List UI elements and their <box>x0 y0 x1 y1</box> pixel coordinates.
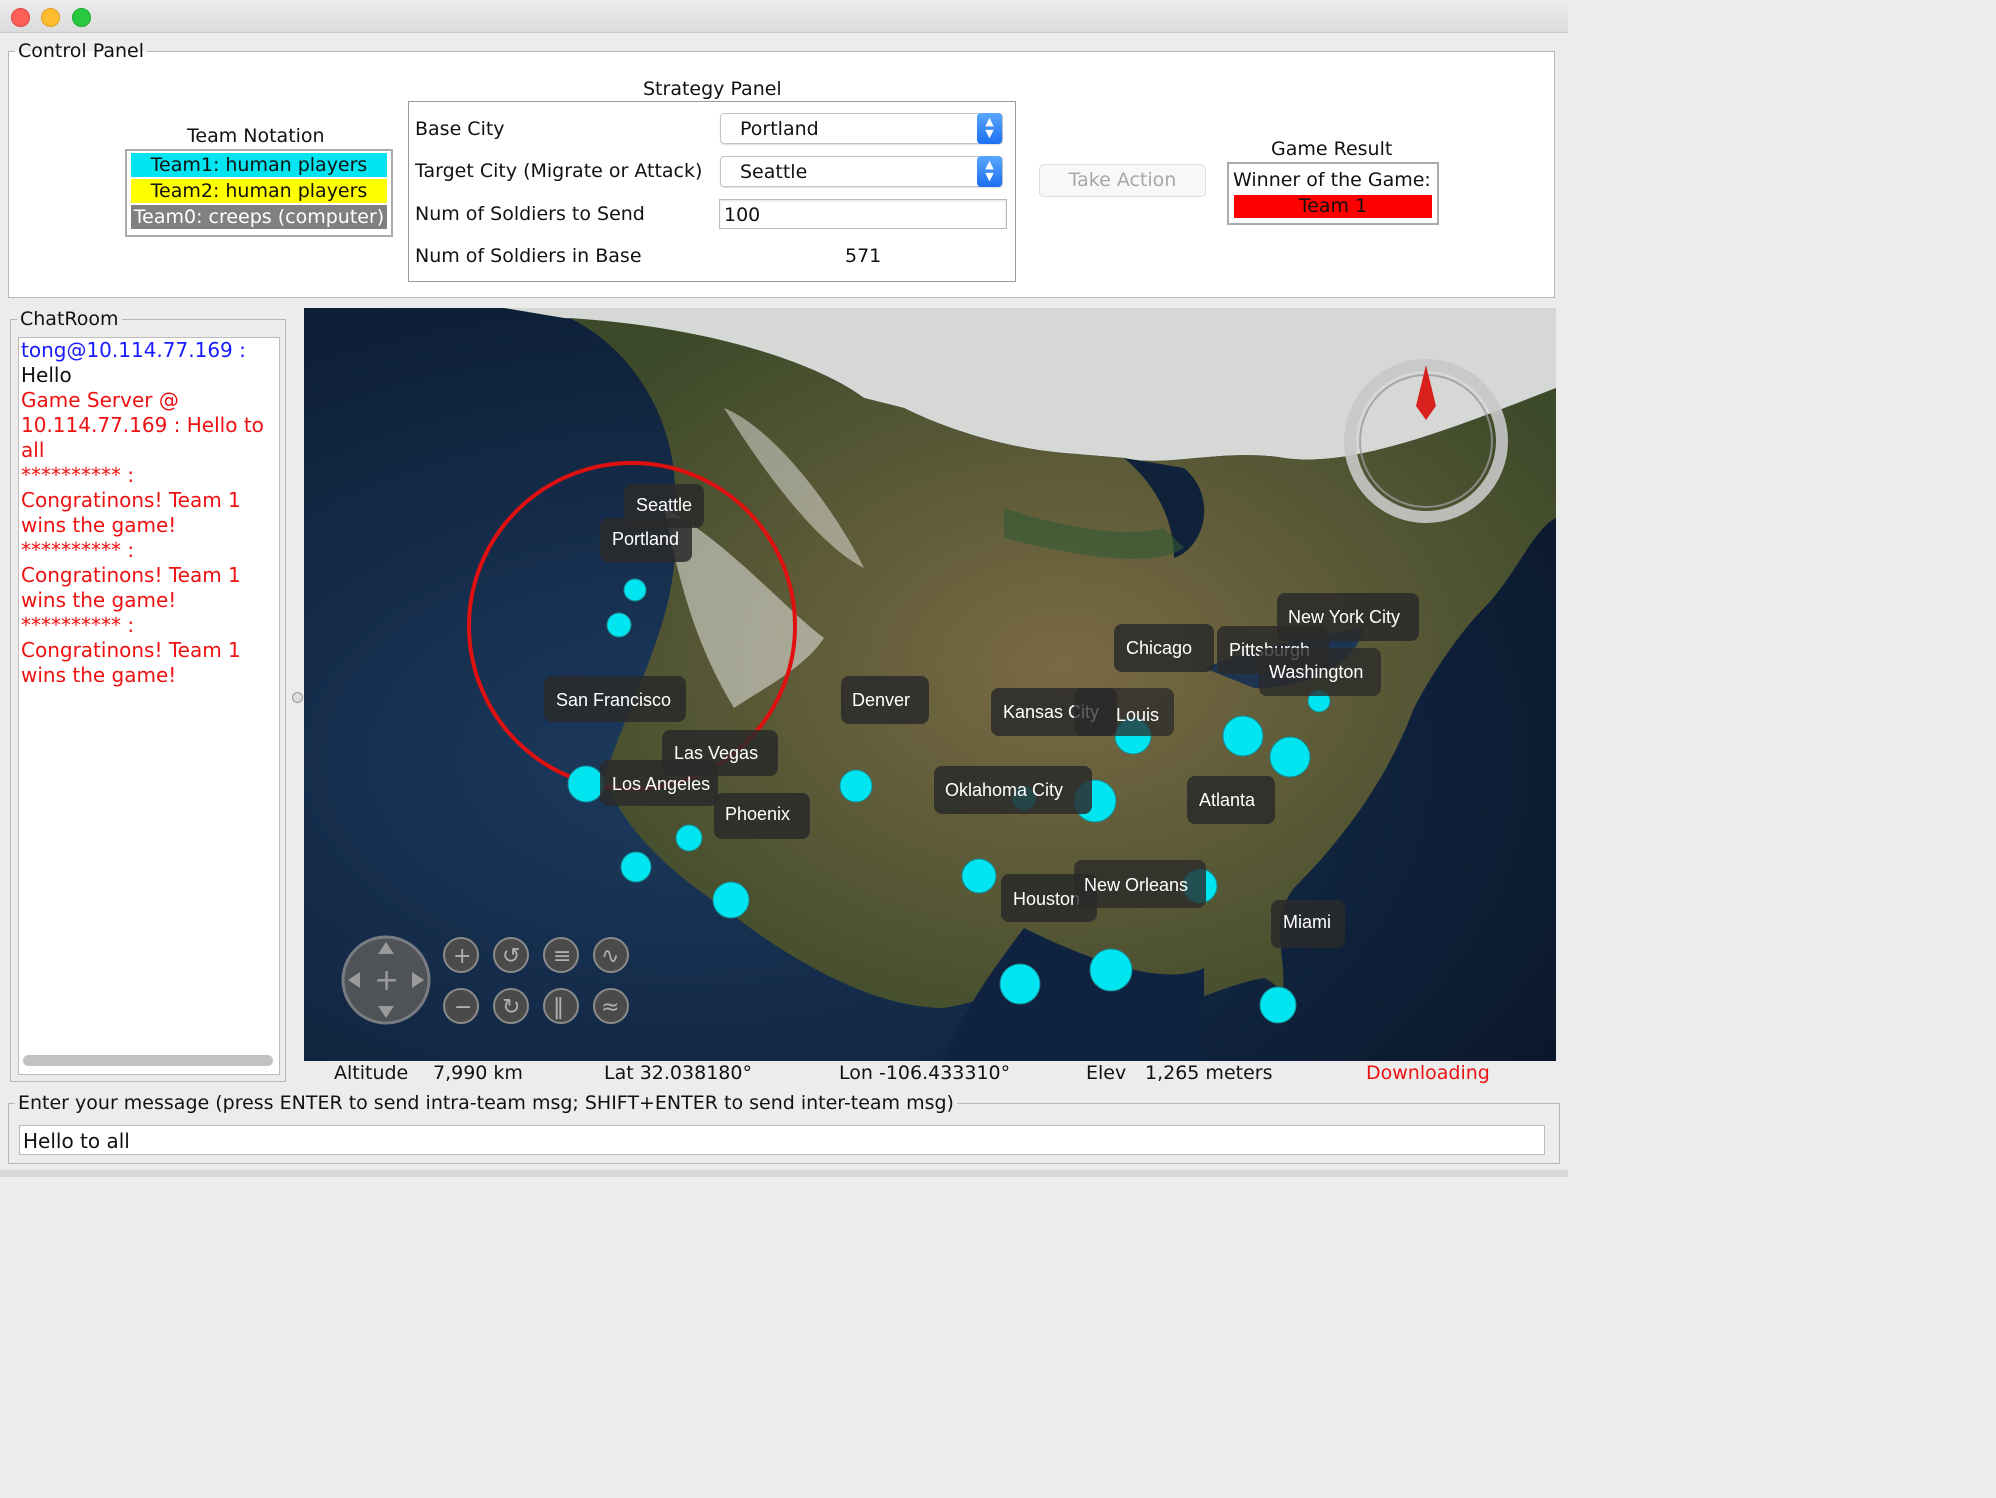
svg-text:‖: ‖ <box>553 995 564 1020</box>
altitude-label: Altitude <box>334 1062 409 1084</box>
city-label-miami[interactable]: Miami <box>1283 912 1331 932</box>
city-label-houston[interactable]: Houston <box>1013 889 1080 909</box>
minimize-window-button[interactable] <box>41 8 60 27</box>
svg-text:↻: ↻ <box>502 995 520 1020</box>
longitude-readout: Lon -106.433310° <box>839 1062 1011 1084</box>
city-label-san-francisco[interactable]: San Francisco <box>556 690 671 710</box>
control-panel-title: Control Panel <box>18 40 144 62</box>
world-map-view[interactable]: Seattle Portland San Francisco Las Vegas… <box>304 308 1556 1061</box>
city-label-oklahoma-city[interactable]: Oklahoma City <box>945 780 1063 800</box>
message-panel-title: Enter your message (press ENTER to send … <box>18 1092 954 1114</box>
target-city-label: Target City (Migrate or Attack) <box>415 160 703 182</box>
city-label-new-york-city[interactable]: New York City <box>1288 607 1400 627</box>
svg-text:+: + <box>453 944 471 969</box>
city-label-atlanta[interactable]: Atlanta <box>1199 790 1256 810</box>
svg-text:≈: ≈ <box>601 995 619 1020</box>
altitude-value: 7,990 km <box>433 1062 523 1084</box>
chevron-updown-icon: ▲ ▼ <box>977 156 1002 187</box>
team-notation-title: Team Notation <box>187 125 325 147</box>
chat-message: ********** : Congratinons! Team 1 wins t… <box>21 613 241 687</box>
winner-value: Team 1 <box>1234 195 1432 218</box>
city-label-washington[interactable]: Washington <box>1269 662 1363 682</box>
team2-entry: Team2: human players <box>131 179 387 203</box>
base-city-label: Base City <box>415 118 505 140</box>
soldiers-base-label: Num of Soldiers in Base <box>415 245 642 267</box>
split-pane-divider[interactable] <box>292 692 303 703</box>
window-bottom-edge <box>0 1170 1568 1177</box>
target-city-select[interactable]: Seattle ▲ ▼ <box>720 156 1003 187</box>
downloading-status: Downloading <box>1366 1062 1490 1084</box>
take-action-button[interactable]: Take Action <box>1039 164 1206 197</box>
message-input[interactable]: Hello to all <box>19 1125 1545 1155</box>
city-label-st-louis[interactable]: Louis <box>1116 705 1159 725</box>
soldiers-send-label: Num of Soldiers to Send <box>415 203 645 225</box>
svg-text:−: − <box>454 995 472 1020</box>
close-window-button[interactable] <box>11 8 30 27</box>
svg-text:+: + <box>374 963 399 998</box>
latitude-readout: Lat 32.038180° <box>604 1062 752 1084</box>
city-label-los-angeles[interactable]: Los Angeles <box>612 774 710 794</box>
chat-message: Game Server @ 10.114.77.169 : Hello to a… <box>21 388 264 462</box>
elevation-label: Elev <box>1086 1062 1127 1084</box>
city-label-chicago[interactable]: Chicago <box>1126 638 1192 658</box>
city-label-phoenix[interactable]: Phoenix <box>725 804 790 824</box>
chat-message: tong@10.114.77.169 : <box>21 338 246 362</box>
team1-entry: Team1: human players <box>131 153 387 177</box>
soldiers-send-input[interactable]: 100 <box>719 199 1007 229</box>
strategy-panel-title: Strategy Panel <box>643 78 782 100</box>
team-notation-box: Team1: human players Team2: human player… <box>125 149 393 237</box>
soldiers-base-value: 571 <box>845 245 882 267</box>
horizontal-scrollbar[interactable] <box>23 1055 273 1066</box>
chevron-updown-icon: ▲ ▼ <box>977 113 1002 144</box>
map-canvas: Seattle Portland San Francisco Las Vegas… <box>304 308 1556 1061</box>
map-status-bar: Altitude 7,990 km Lat 32.038180° Lon -10… <box>304 1062 1556 1088</box>
game-result-box: Winner of the Game: Team 1 <box>1227 162 1439 225</box>
chat-message: ********** : Congratinons! Team 1 wins t… <box>21 463 241 537</box>
city-label-new-orleans[interactable]: New Orleans <box>1084 875 1188 895</box>
chatroom-title: ChatRoom <box>20 308 119 330</box>
maximize-window-button[interactable] <box>72 8 91 27</box>
svg-text:∿: ∿ <box>601 944 619 969</box>
city-label-seattle[interactable]: Seattle <box>636 495 692 515</box>
strategy-panel: Base City Portland ▲ ▼ Target City (Migra… <box>408 101 1016 282</box>
target-city-value: Seattle <box>740 161 808 183</box>
base-city-value: Portland <box>740 118 819 140</box>
base-city-select[interactable]: Portland ▲ ▼ <box>720 113 1003 144</box>
chat-message: ********** : Congratinons! Team 1 wins t… <box>21 538 241 612</box>
pan-icon[interactable]: + <box>341 935 431 1025</box>
chat-log[interactable]: tong@10.114.77.169 : Hello Game Server @… <box>18 337 280 1075</box>
chat-message: Hello <box>21 363 72 387</box>
city-label-denver[interactable]: Denver <box>852 690 910 710</box>
game-result-title: Game Result <box>1271 138 1393 160</box>
city-label-portland[interactable]: Portland <box>612 529 679 549</box>
elevation-value: 1,265 meters <box>1145 1062 1273 1084</box>
window-titlebar <box>0 0 1568 33</box>
svg-text:≡: ≡ <box>553 944 571 969</box>
svg-text:↺: ↺ <box>502 944 520 969</box>
winner-label: Winner of the Game: <box>1233 169 1431 191</box>
team0-entry: Team0: creeps (computer) <box>131 205 387 229</box>
